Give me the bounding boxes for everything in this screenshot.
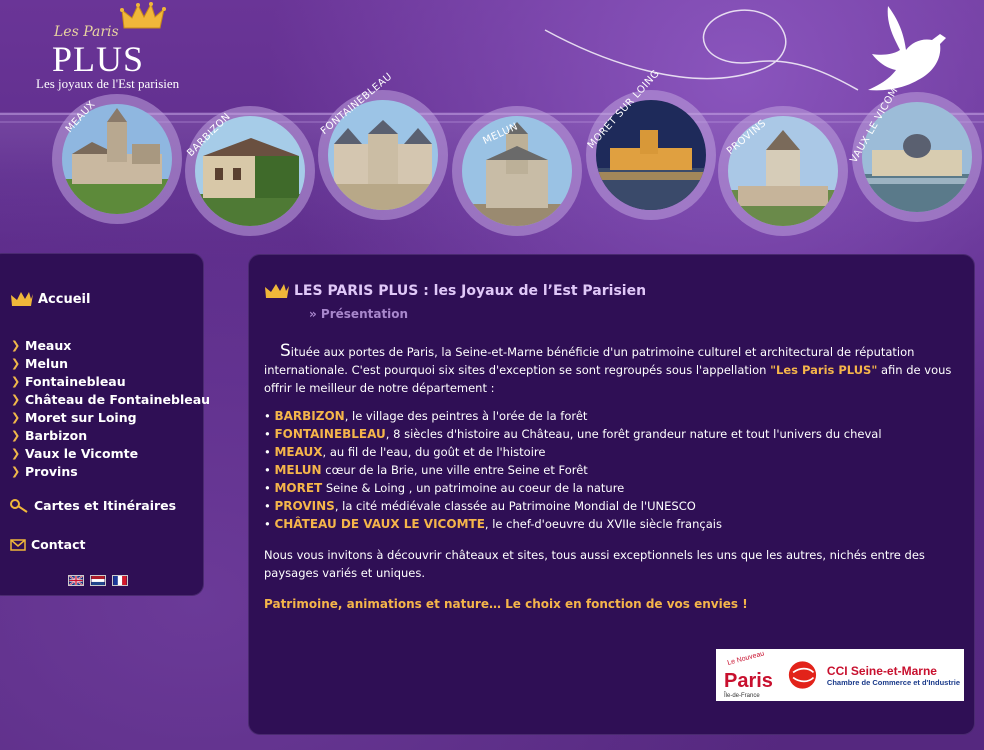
sidebar-contact-link[interactable]: Contact [10, 537, 85, 552]
language-flags [68, 575, 128, 586]
invite-paragraph: Nous vous invitons à découvrir châteaux … [264, 548, 925, 580]
dutch-flag-icon[interactable] [90, 575, 106, 586]
chevron-right-icon: ❯ [11, 374, 21, 388]
sidebar-item-label: Château de Fontainebleau [25, 391, 211, 407]
sidebar-item-provins[interactable]: ❯ Provins [11, 462, 210, 480]
sidebar-home-label: Accueil [38, 291, 91, 307]
site-circle-provins[interactable]: PROVINS [718, 106, 848, 236]
cci-subtitle: Chambre de Commerce et d'Industrie [826, 677, 960, 687]
sites-list: • BARBIZON, le village des peintres à l'… [264, 407, 964, 533]
site-circle-moret[interactable]: MORET SUR LOING [586, 68, 716, 220]
site-name: CHÂTEAU DE VAUX LE VICOMTE [274, 517, 485, 531]
sidebar-item-chateau-fontainebleau[interactable]: ❯ Château de Fontainebleau [11, 390, 210, 408]
list-item: • MEAUX, au fil de l'eau, du goût et de … [264, 445, 546, 459]
site-name: BARBIZON [274, 409, 345, 423]
site-description: , le village des peintres à l'orée de la… [344, 409, 588, 423]
chevron-right-icon: ❯ [11, 464, 21, 478]
sidebar-item-label: Vaux le Vicomte [25, 445, 139, 461]
svg-text:Le Nouveau: Le Nouveau [727, 651, 765, 667]
swirl-decoration [544, 9, 859, 91]
site-circle-barbizon[interactable]: BARBIZON [185, 106, 315, 236]
site-description: , le chef-d'oeuvre du XVIIe siècle franç… [484, 517, 722, 531]
sidebar-item-moret[interactable]: ❯ Moret sur Loing [11, 408, 210, 426]
svg-text:Paris: Paris [724, 670, 773, 692]
list-item: • FONTAINEBLEAU, 8 siècles d'histoire au… [264, 427, 882, 441]
chevron-right-icon: ❯ [11, 410, 21, 424]
sidebar-home-link[interactable]: Accueil [10, 290, 90, 308]
sidebar-item-label: Meaux [25, 337, 72, 353]
sidebar-item-vaux[interactable]: ❯ Vaux le Vicomte [11, 444, 210, 462]
site-name: MORET [274, 481, 323, 495]
cci-logo: CCI Seine-et-Marne Chambre de Commerce e… [827, 664, 960, 687]
chevron-right-icon: ❯ [11, 392, 21, 406]
sidebar-item-label: Barbizon [25, 427, 88, 443]
site-description: Seine & Loing , un patrimoine au coeur d… [322, 481, 625, 495]
page-title-row: LES PARIS PLUS : les Joyaux de l’Est Par… [264, 282, 646, 300]
nouveau-paris-logo: Le Nouveau Paris Île-de-France [720, 650, 784, 699]
logo-tagline: Les joyaux de l'Est parisien [36, 76, 180, 91]
chevron-right-icon: ❯ [11, 356, 21, 370]
list-item: • BARBIZON, le village des peintres à l'… [264, 409, 588, 423]
intro-paragraph: Située aux portes de Paris, la Seine-et-… [264, 342, 964, 397]
site-name: MEAUX [274, 445, 323, 459]
chevron-right-icon: ❯ [11, 338, 21, 352]
svg-text:Île-de-France: Île-de-France [723, 692, 760, 699]
sidebar-item-label: Moret sur Loing [25, 409, 137, 425]
slogan: Patrimoine, animations et nature… Le cho… [264, 597, 748, 611]
chevron-right-icon: ❯ [11, 428, 21, 442]
site-circle-melun[interactable]: MELUN [452, 106, 582, 236]
breadcrumb[interactable]: » Présentation [309, 307, 408, 321]
article-body: Située aux portes de Paris, la Seine-et-… [264, 342, 964, 613]
list-item: • MELUN cœur de la Brie, une ville entre… [264, 463, 588, 477]
sidebar-item-melun[interactable]: ❯ Melun [11, 354, 210, 372]
sidebar-item-label: Fontainebleau [25, 373, 126, 389]
crown-icon [120, 2, 166, 29]
sidebar-item-fontainebleau[interactable]: ❯ Fontainebleau [11, 372, 210, 390]
site-circle-fontainebleau[interactable]: FONTAINEBLEAU [318, 71, 448, 220]
sidebar-item-label: Melun [25, 355, 68, 371]
page-title: LES PARIS PLUS : les Joyaux de l’Est Par… [294, 283, 647, 299]
key-icon [10, 498, 28, 513]
site-name: FONTAINEBLEAU [274, 427, 386, 441]
list-item: • PROVINS, la cité médiévale classée au … [264, 499, 696, 513]
dove-icon [868, 6, 946, 91]
intro-dropcap: S [280, 341, 291, 361]
site-name: MELUN [274, 463, 322, 477]
envelope-icon [10, 538, 26, 551]
logo-plus: PLUS [52, 39, 145, 79]
sidebar-maps-label: Cartes et Itinéraires [34, 498, 177, 513]
site-description: cœur de la Brie, une ville entre Seine e… [321, 463, 588, 477]
sidebar-item-label: Provins [25, 463, 78, 479]
site-name: PROVINS [274, 499, 335, 513]
site-description: , au fil de l'eau, du goût et de l'histo… [322, 445, 546, 459]
cci-title: CCI Seine-et-Marne [826, 663, 937, 678]
sidebar-contact-label: Contact [31, 537, 86, 552]
site-circle-vaux[interactable]: VAUX LE VICOMTE [848, 74, 982, 222]
english-flag-icon[interactable] [68, 575, 84, 586]
chevron-right-icon: ❯ [11, 446, 21, 460]
partner-logos[interactable]: Le Nouveau Paris Île-de-France CCI Seine… [716, 649, 964, 701]
cci-emblem-icon [788, 661, 817, 689]
sidebar-item-meaux[interactable]: ❯ Meaux [11, 336, 210, 354]
list-item: • MORET Seine & Loing , un patrimoine au… [264, 481, 625, 495]
site-description: , 8 siècles d'histoire au Château, une f… [385, 427, 882, 441]
crown-icon [11, 292, 33, 306]
site-logo[interactable]: Les Paris PLUS Les joyaux de l'Est paris… [36, 2, 196, 92]
sidebar-site-list: ❯ Meaux ❯ Melun ❯ Fontainebleau ❯ Château de… [11, 336, 210, 480]
french-flag-icon[interactable] [112, 575, 128, 586]
sidebar-maps-link[interactable]: Cartes et Itinéraires [10, 498, 176, 513]
intro-highlight: "Les Paris PLUS" [770, 363, 878, 377]
list-item: • CHÂTEAU DE VAUX LE VICOMTE, le chef-d'… [264, 517, 722, 531]
crown-icon [265, 284, 289, 298]
site-description: , la cité médiévale classée au Patrimoin… [334, 499, 696, 513]
site-circle-meaux[interactable]: MEAUX [52, 94, 182, 224]
sidebar-item-barbizon[interactable]: ❯ Barbizon [11, 426, 210, 444]
